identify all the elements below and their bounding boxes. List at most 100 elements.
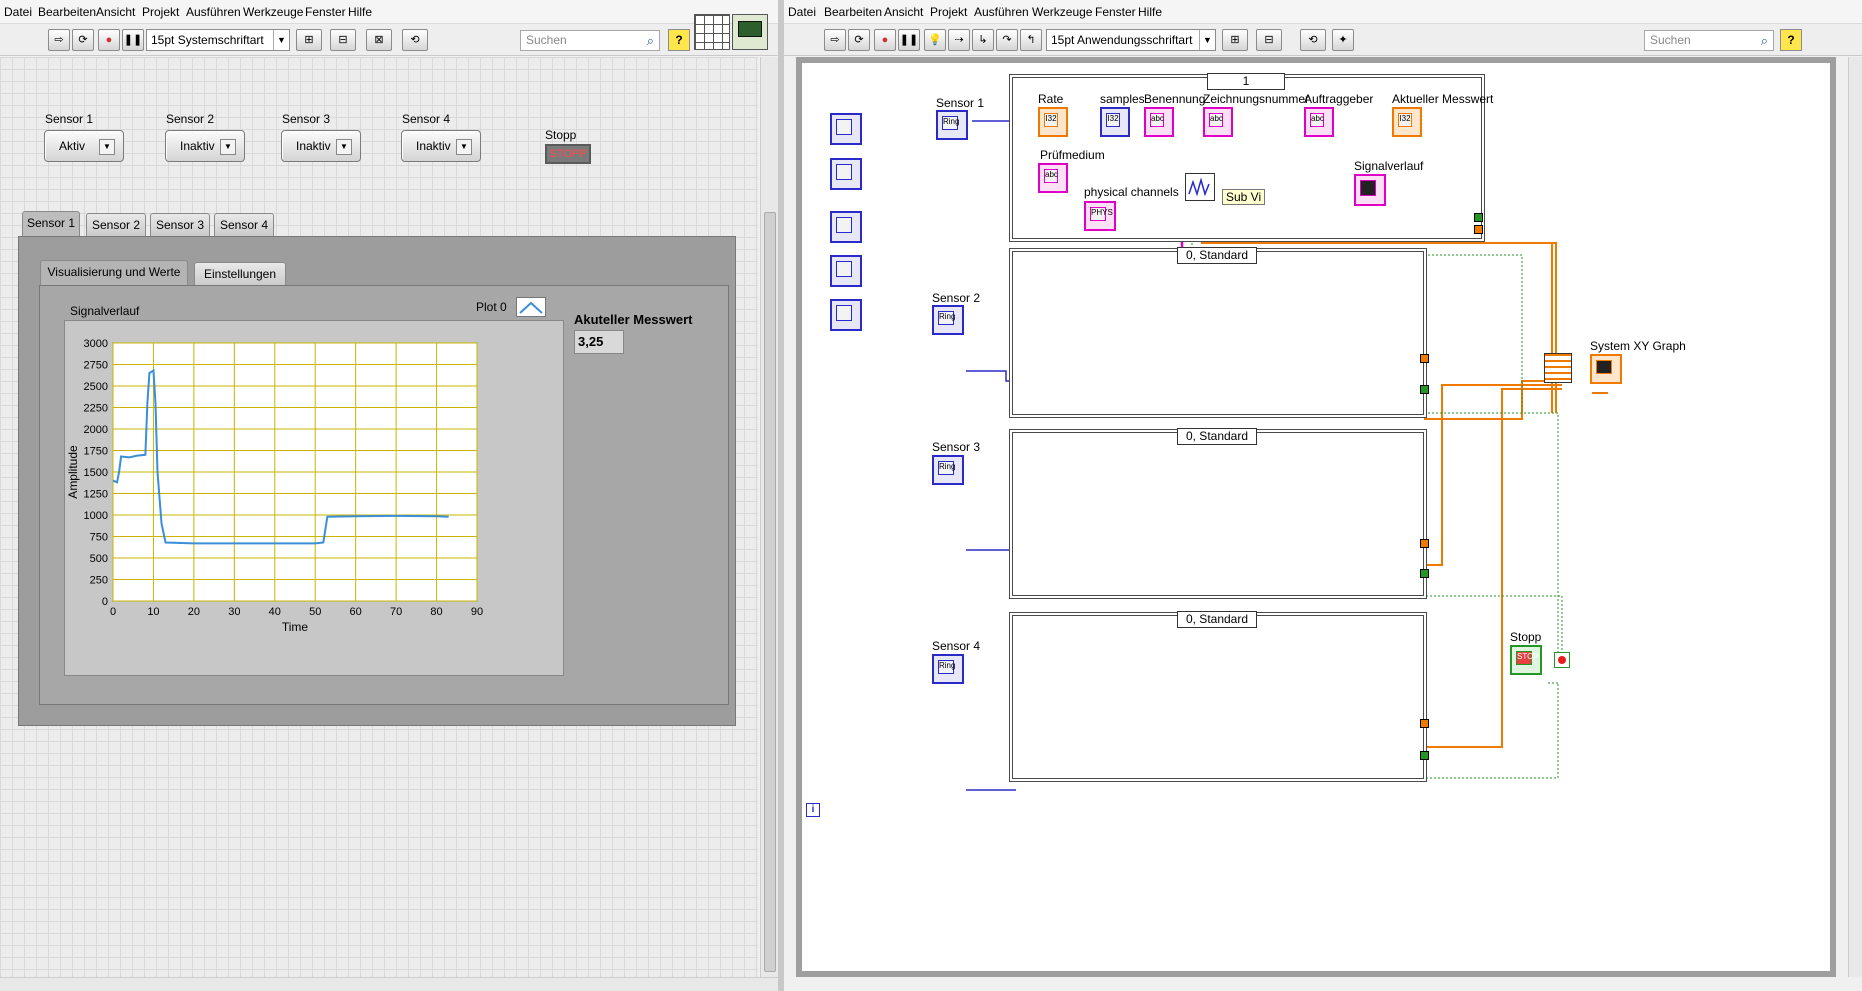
menu-fenster[interactable]: Fenster: [1095, 5, 1136, 19]
search-input[interactable]: Suchen ⌕: [520, 30, 660, 51]
ref-terminal-1[interactable]: [830, 113, 862, 145]
signalverlauf-graph[interactable]: 0 10 20 30 40 50 60 70 80 90 0 250 500 750 1000 1250 150…: [64, 320, 564, 676]
run-continuously-icon[interactable]: ⟳: [72, 29, 94, 51]
menu-ausfuehren[interactable]: Ausführen: [974, 5, 1029, 19]
y-tick-label: 1250: [84, 489, 108, 501]
ref-terminal-2[interactable]: [830, 158, 862, 190]
case-4-selector[interactable]: 0, Standard: [1177, 611, 1257, 628]
bd-stop-terminal[interactable]: STOP: [1510, 645, 1542, 675]
menu-bearbeiten[interactable]: Bearbeiten: [38, 5, 96, 19]
menu-werkzeuge[interactable]: Werkzeuge: [1032, 5, 1092, 19]
chevron-down-icon[interactable]: ▼: [456, 139, 472, 155]
clean-up-diagram-icon[interactable]: ✦: [1332, 29, 1354, 51]
context-help-icon[interactable]: ?: [1780, 29, 1802, 51]
sensor-1-ring[interactable]: Aktiv ▼: [44, 130, 124, 162]
tab-sensor-2[interactable]: Sensor 2: [86, 213, 146, 237]
ref-terminal-3[interactable]: [830, 211, 862, 243]
menu-datei[interactable]: Datei: [4, 5, 32, 19]
info-icon[interactable]: i: [806, 803, 820, 817]
connector-pane-icon[interactable]: [694, 14, 730, 50]
bd-sensor-1-terminal[interactable]: Ring: [936, 110, 968, 140]
case-3-selector[interactable]: 0, Standard: [1177, 428, 1257, 445]
menu-projekt[interactable]: Projekt: [930, 5, 967, 19]
font-selector[interactable]: 15pt Systemschriftart ▼: [146, 29, 290, 51]
step-into-icon[interactable]: ↳: [972, 29, 994, 51]
ref-terminal-5[interactable]: [830, 299, 862, 331]
tab-sensor-1[interactable]: Sensor 1: [22, 211, 80, 237]
block-diagram-window: Datei Bearbeiten Ansicht Projekt Ausführ…: [784, 0, 1862, 991]
reorder-icon[interactable]: ⟲: [1300, 29, 1326, 51]
search-input[interactable]: Suchen ⌕: [1644, 30, 1774, 51]
retain-wire-values-icon[interactable]: ⇢: [948, 29, 970, 51]
bd-sensor-3-terminal[interactable]: Ring: [932, 455, 964, 485]
menu-projekt[interactable]: Projekt: [142, 5, 179, 19]
xy-graph-terminal[interactable]: [1590, 354, 1622, 384]
menu-fenster[interactable]: Fenster: [305, 5, 346, 19]
auftraggeber-terminal[interactable]: abc: [1304, 107, 1334, 137]
menu-bearbeiten[interactable]: Bearbeiten: [824, 5, 882, 19]
distribute-objects-icon[interactable]: ⊟: [1256, 29, 1282, 51]
step-out-icon[interactable]: ↰: [1020, 29, 1042, 51]
ref-terminal-4[interactable]: [830, 255, 862, 287]
reorder-icon[interactable]: ⟲: [402, 29, 428, 51]
abort-icon[interactable]: ●: [98, 29, 120, 51]
menu-ausfuehren[interactable]: Ausführen: [186, 5, 241, 19]
case-2-selector[interactable]: 0, Standard: [1177, 247, 1257, 264]
distribute-objects-icon[interactable]: ⊟: [330, 29, 356, 51]
tab-sensor-3[interactable]: Sensor 3: [150, 213, 210, 237]
highlight-execution-icon[interactable]: 💡: [924, 29, 946, 51]
menu-datei[interactable]: Datei: [788, 5, 816, 19]
align-objects-icon[interactable]: ⊞: [1222, 29, 1248, 51]
tab-visualisierung[interactable]: Visualisierung und Werte: [40, 260, 188, 286]
tab-sensor-4[interactable]: Sensor 4: [214, 213, 274, 237]
rate-terminal[interactable]: I32: [1038, 107, 1068, 137]
front-panel-vertical-scrollbar[interactable]: [760, 57, 778, 977]
case-structure-2[interactable]: 0, Standard: [1009, 247, 1427, 418]
chevron-down-icon[interactable]: ▼: [220, 139, 236, 155]
run-arrow-icon[interactable]: ⇨: [48, 29, 70, 51]
plot-legend-swatch[interactable]: [516, 297, 546, 317]
subvi-node[interactable]: [1185, 173, 1215, 201]
resize-objects-icon[interactable]: ⊠: [366, 29, 392, 51]
context-help-icon[interactable]: ?: [668, 29, 690, 51]
benennung-terminal[interactable]: abc: [1144, 107, 1174, 137]
chevron-down-icon[interactable]: ▼: [99, 139, 115, 155]
step-over-icon[interactable]: ↷: [996, 29, 1018, 51]
scrollbar-thumb[interactable]: [764, 212, 776, 972]
block-diagram-vertical-scrollbar[interactable]: [1848, 57, 1862, 977]
case-1-selector[interactable]: 1: [1207, 73, 1285, 90]
font-selector[interactable]: 15pt Anwendungsschriftart ▼: [1046, 29, 1216, 51]
sensor-4-ring[interactable]: Inaktiv ▼: [401, 130, 481, 162]
pruefmedium-terminal[interactable]: abc: [1038, 163, 1068, 193]
menu-ansicht[interactable]: Ansicht: [96, 5, 135, 19]
run-arrow-icon[interactable]: ⇨: [824, 29, 846, 51]
front-panel-horizontal-scrollbar[interactable]: [0, 977, 778, 991]
sensor-2-ring[interactable]: Inaktiv ▼: [165, 130, 245, 162]
menu-ansicht[interactable]: Ansicht: [884, 5, 923, 19]
case-structure-3[interactable]: 0, Standard: [1009, 428, 1427, 599]
tab-einstellungen[interactable]: Einstellungen: [194, 262, 286, 286]
abort-icon[interactable]: ●: [874, 29, 896, 51]
str-glyph: abc: [1044, 169, 1058, 183]
bd-sensor-2-terminal[interactable]: Ring: [932, 305, 964, 335]
aktueller-messwert-terminal[interactable]: I32: [1392, 107, 1422, 137]
menu-werkzeuge[interactable]: Werkzeuge: [243, 5, 303, 19]
menu-hilfe[interactable]: Hilfe: [1138, 5, 1162, 19]
vi-icon[interactable]: [732, 14, 768, 50]
physical-channels-terminal[interactable]: PHYS: [1084, 201, 1116, 231]
menu-hilfe[interactable]: Hilfe: [348, 5, 372, 19]
case-structure-4[interactable]: 0, Standard: [1009, 611, 1427, 782]
sensor-3-ring[interactable]: Inaktiv ▼: [281, 130, 361, 162]
build-array-node[interactable]: [1544, 353, 1572, 383]
pause-icon[interactable]: ❚❚: [898, 29, 920, 51]
pause-icon[interactable]: ❚❚: [122, 29, 144, 51]
signalverlauf-terminal[interactable]: [1354, 174, 1386, 206]
run-continuously-icon[interactable]: ⟳: [848, 29, 870, 51]
chevron-down-icon[interactable]: ▼: [336, 139, 352, 155]
bd-sensor-4-terminal[interactable]: Ring: [932, 654, 964, 684]
loop-condition-icon[interactable]: [1554, 652, 1570, 668]
stop-button[interactable]: STOPP: [545, 144, 591, 164]
zeichnungsnummer-terminal[interactable]: abc: [1203, 107, 1233, 137]
samples-terminal[interactable]: I32: [1100, 107, 1130, 137]
align-objects-icon[interactable]: ⊞: [296, 29, 322, 51]
